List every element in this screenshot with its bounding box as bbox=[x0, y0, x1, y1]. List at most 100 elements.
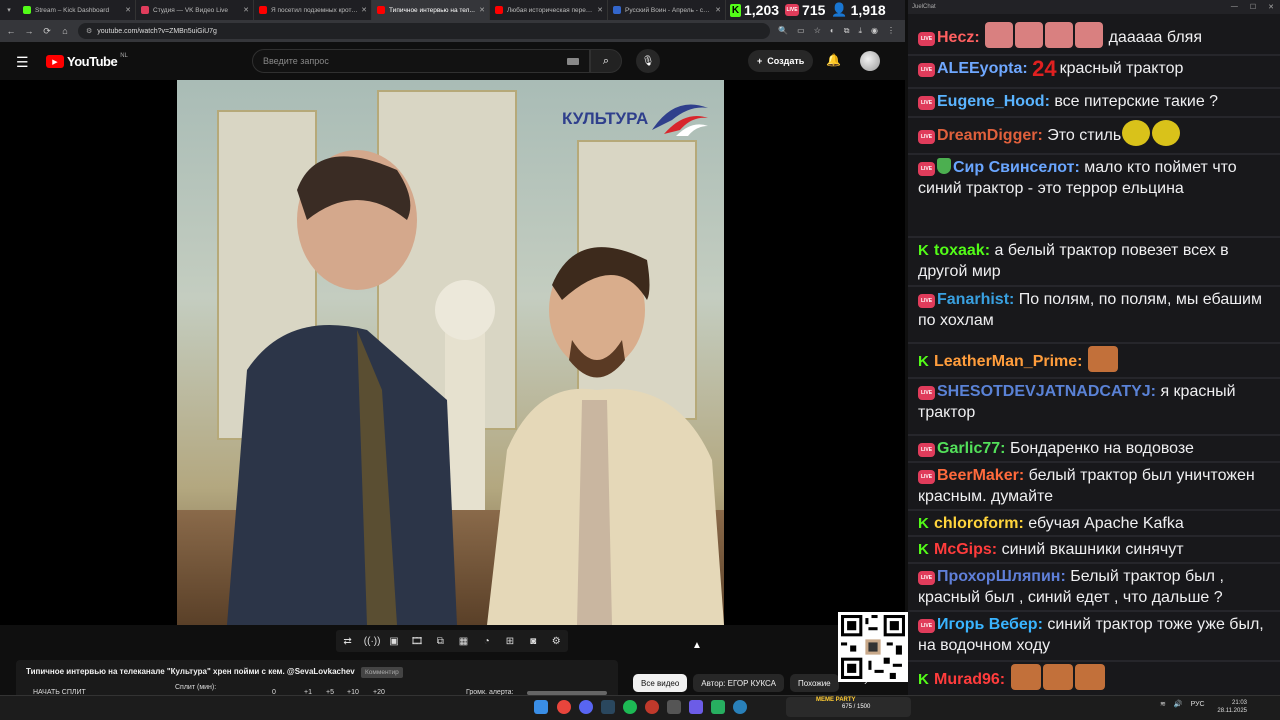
browser-tab[interactable]: Русский Воин - Апрель - смо... ✕ bbox=[608, 0, 726, 20]
browser-tab[interactable]: Любая историческая переда... ✕ bbox=[490, 0, 608, 20]
chat-username[interactable]: SHESOTDEVJATNADCATYJ bbox=[937, 383, 1151, 400]
chrome-icon[interactable] bbox=[557, 700, 571, 714]
speed-icon[interactable]: ◔ bbox=[480, 636, 494, 647]
browser-tab[interactable]: Студия — VK Видео Live ✕ bbox=[136, 0, 254, 20]
browser-tab[interactable]: Типичное интервью на тел... ✕ bbox=[372, 0, 490, 20]
browser-tab[interactable]: Я посетил подземных кротов... ✕ bbox=[254, 0, 372, 20]
chip-author[interactable]: Автор: ЕГОР КУКСА bbox=[693, 674, 784, 692]
windows-start-icon[interactable] bbox=[534, 700, 548, 714]
add-frame-icon[interactable]: ⊞ bbox=[503, 636, 517, 647]
tab-close-icon[interactable]: ✕ bbox=[597, 6, 603, 14]
create-button[interactable]: + Создать bbox=[748, 50, 814, 72]
tab-favicon-icon bbox=[23, 6, 31, 14]
chat-message: Kchloroform: ебучая Apache Kafka bbox=[918, 513, 1270, 534]
grid-icon[interactable]: ▦ bbox=[457, 636, 471, 647]
voice-search-button[interactable]: 🎙 bbox=[636, 49, 660, 73]
home-icon[interactable]: ⌂ bbox=[60, 26, 70, 36]
extension-icon[interactable]: ◐ bbox=[830, 26, 835, 36]
maximize-icon[interactable]: ☐ bbox=[1250, 3, 1256, 11]
chat-username[interactable]: Сир Свинселот bbox=[953, 159, 1074, 176]
chat-username[interactable]: toxaak bbox=[934, 242, 985, 259]
chat-username[interactable]: ALEEyopta bbox=[937, 60, 1022, 77]
chat-username[interactable]: DreamDigger bbox=[937, 127, 1037, 144]
chat-username[interactable]: ПрохорШляпин bbox=[937, 568, 1060, 585]
tab-label: Любая историческая переда... bbox=[507, 6, 599, 14]
plus-icon: + bbox=[757, 56, 763, 66]
create-label: Создать bbox=[767, 56, 805, 66]
steam-icon[interactable] bbox=[601, 700, 615, 714]
audio-icon[interactable]: ((·)) bbox=[364, 636, 381, 647]
files-icon[interactable] bbox=[711, 700, 725, 714]
address-bar[interactable]: ⚙ youtube.com/watch?v=ZMBn5uiGiU7g bbox=[78, 23, 771, 39]
back-icon[interactable]: ← bbox=[6, 26, 16, 36]
tab-close-icon[interactable]: ✕ bbox=[125, 6, 131, 14]
tab-close-icon[interactable]: ✕ bbox=[715, 6, 721, 14]
tab-close-icon[interactable]: ✕ bbox=[479, 6, 485, 14]
search-button[interactable]: ⌕ bbox=[590, 49, 622, 73]
browser-tab[interactable]: Stream – Kick Dashboard ✕ bbox=[18, 0, 136, 20]
forward-icon[interactable]: → bbox=[24, 26, 34, 36]
tab-search-icon[interactable]: ▾ bbox=[0, 0, 18, 20]
obs-icon[interactable] bbox=[645, 700, 659, 714]
screen-icon[interactable]: ▣ bbox=[387, 636, 401, 647]
site-info-icon[interactable]: ⚙ bbox=[86, 27, 92, 35]
tab-close-icon[interactable]: ✕ bbox=[361, 6, 367, 14]
avatar[interactable] bbox=[860, 51, 880, 71]
cast-icon[interactable]: ▭ bbox=[797, 26, 805, 36]
taskbar-clock[interactable]: 21:03 28.11.2025 bbox=[1213, 699, 1247, 715]
film-icon[interactable]: 🎞 bbox=[410, 636, 424, 647]
chat-username[interactable]: Fanarhist bbox=[937, 291, 1009, 308]
spotify-icon[interactable] bbox=[623, 700, 637, 714]
close-icon[interactable]: ✕ bbox=[1268, 3, 1274, 11]
chat-username[interactable]: Garlic77 bbox=[937, 440, 1000, 457]
settings-gear-icon[interactable]: ⚙ bbox=[549, 636, 563, 647]
chat-message: LIVE ALEEyopta: 24 красный трактор bbox=[918, 58, 1270, 80]
reload-icon[interactable]: ⟳ bbox=[42, 26, 52, 37]
search-input[interactable]: Введите запрос bbox=[252, 49, 590, 73]
username-separator: : bbox=[1009, 291, 1019, 308]
picture-in-picture-icon[interactable]: ⧉ bbox=[433, 636, 447, 647]
meme-party-count: 675 / 1500 bbox=[842, 704, 871, 710]
vk-viewer-count: 715 bbox=[802, 2, 826, 18]
comment-badge[interactable]: Комментир bbox=[360, 667, 403, 678]
chip-related[interactable]: Похожие bbox=[789, 674, 839, 692]
chat-username[interactable]: Игорь Вебер bbox=[937, 616, 1038, 633]
menu-icon[interactable]: ⋮ bbox=[887, 26, 895, 36]
bookmark-star-icon[interactable]: ☆ bbox=[814, 26, 821, 36]
wifi-icon[interactable]: ≋ bbox=[1160, 700, 1166, 708]
chat-username[interactable]: chloroform bbox=[934, 515, 1018, 532]
discord-icon[interactable] bbox=[579, 700, 593, 714]
loop-icon[interactable]: ⇄ bbox=[341, 636, 355, 647]
chat-divider bbox=[908, 610, 1280, 612]
app-icon[interactable] bbox=[667, 700, 681, 714]
browser-icon[interactable] bbox=[733, 700, 747, 714]
chat-username[interactable]: Hecz bbox=[937, 29, 974, 46]
chat-username[interactable]: Murad96 bbox=[934, 671, 1000, 688]
profile-icon[interactable]: ◉ bbox=[871, 26, 878, 36]
zoom-icon[interactable]: 🔍 bbox=[778, 26, 788, 36]
chip-all-videos[interactable]: Все видео bbox=[633, 674, 688, 692]
extensions-icon[interactable]: ⧉ bbox=[844, 26, 850, 36]
media-icon[interactable] bbox=[689, 700, 703, 714]
hamburger-menu-icon[interactable]: ☰ bbox=[16, 54, 29, 71]
keyboard-icon[interactable] bbox=[567, 58, 579, 65]
vk-live-badge-icon: LIVE bbox=[918, 470, 935, 484]
youtube-logo[interactable]: ▶ YouTube NL bbox=[46, 53, 128, 69]
chat-username[interactable]: McGips bbox=[934, 541, 992, 558]
volume-icon[interactable]: 🔊 bbox=[1174, 700, 1183, 708]
chat-username[interactable]: BeerMaker bbox=[937, 467, 1019, 484]
chat-username[interactable]: LeatherMan_Prime bbox=[934, 353, 1077, 370]
video-player[interactable]: КУЛЬТУРА bbox=[0, 80, 905, 625]
youtube-play-icon: ▶ bbox=[46, 55, 64, 68]
username-separator: : bbox=[999, 671, 1010, 688]
tab-close-icon[interactable]: ✕ bbox=[243, 6, 249, 14]
download-icon[interactable]: ⤓ bbox=[858, 26, 862, 36]
username-separator: : bbox=[1077, 353, 1087, 370]
chat-username[interactable]: Eugene_Hood bbox=[937, 93, 1045, 110]
vk-live-badge-icon: LIVE bbox=[918, 386, 935, 400]
notifications-bell-icon[interactable]: 🔔 bbox=[826, 53, 841, 67]
language-indicator[interactable]: РУС bbox=[1191, 701, 1205, 708]
minimize-icon[interactable]: — bbox=[1231, 3, 1238, 11]
video-frame[interactable]: КУЛЬТУРА bbox=[177, 80, 724, 625]
screenshot-icon[interactable]: ◙ bbox=[526, 636, 540, 647]
